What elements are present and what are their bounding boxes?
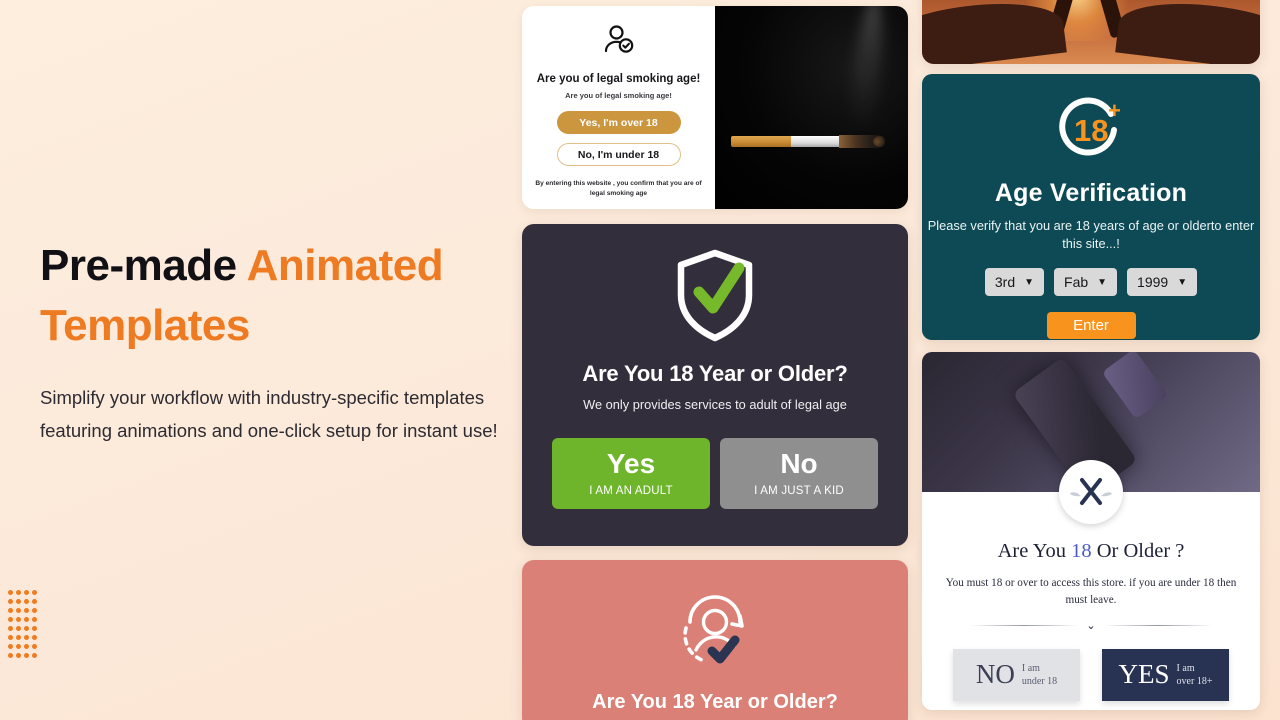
dark-no-button[interactable]: No I AM JUST A KID <box>720 438 878 509</box>
chevron-down-icon: ▼ <box>1097 276 1108 288</box>
teal-card-subtitle: Please verify that you are 18 years of a… <box>927 218 1255 252</box>
day-select-value: 3rd <box>994 274 1016 291</box>
teal-card-title: Age Verification <box>994 179 1188 207</box>
birthdate-select-row: 3rd ▼ Fab ▼ 1999 ▼ <box>984 268 1198 297</box>
rotating-person-check-icon <box>672 588 758 675</box>
dark-no-sublabel: I AM JUST A KID <box>754 485 844 497</box>
vape-title-post: Or Older ? <box>1091 540 1185 562</box>
vape-yes-sub-line2: over 18+ <box>1176 675 1213 687</box>
dark-card-button-row: Yes I AM AN ADULT No I AM JUST A KID <box>552 438 878 509</box>
vape-coil-graphic <box>1101 352 1168 420</box>
headline-plain: Pre-made <box>40 241 247 290</box>
vape-no-button[interactable]: NO I am under 18 <box>953 648 1080 701</box>
vape-button-row: NO I am under 18 YES I am over 18+ <box>953 648 1229 701</box>
hero-text-block: Pre-made Animated Templates Simplify your… <box>40 236 510 448</box>
smoking-yes-button[interactable]: Yes, I'm over 18 <box>556 111 681 135</box>
chevron-down-icon: ▼ <box>1177 276 1188 288</box>
hero-subcopy: Simplify your workflow with industry-spe… <box>40 386 498 441</box>
divider-line-right <box>1103 624 1212 626</box>
smoking-disclaimer: By entering this website , you confirm t… <box>535 180 702 198</box>
chevron-down-icon: ⌄ <box>1086 619 1096 632</box>
vape-yes-sub-line1: I am <box>1176 662 1195 674</box>
template-card-dark-shield[interactable]: Are You 18 Year or Older? We only provid… <box>522 224 908 546</box>
vape-no-sublabel: I am under 18 <box>1022 662 1057 688</box>
vape-yes-label: YES <box>1118 659 1170 690</box>
page-title: Pre-made Animated Templates <box>40 236 510 356</box>
headline-accent-animated: Animated <box>246 241 444 290</box>
salmon-card-title: Are You 18 Year or Older? <box>592 691 838 713</box>
day-select[interactable]: 3rd ▼ <box>984 268 1045 297</box>
vape-yes-sublabel: I am over 18+ <box>1177 662 1213 688</box>
vape-no-sub-line1: I am <box>1021 662 1040 674</box>
eighteen-plus-icon: 18 + <box>1054 96 1128 169</box>
month-select-value: Fab <box>1064 274 1089 291</box>
enter-button[interactable]: Enter <box>1046 312 1136 340</box>
vape-no-sub-line2: under 18 <box>1021 675 1058 687</box>
headline-accent-templates: Templates <box>40 300 250 350</box>
vape-card-title: Are You 18 Or Older ? <box>998 540 1185 563</box>
vape-title-pre: Are You <box>997 540 1072 562</box>
cigarette-graphic <box>731 135 887 148</box>
crossed-vapes-wings-icon <box>1059 460 1123 524</box>
smoking-card-left-pane: Are you of legal smoking age! Are you of… <box>522 6 715 209</box>
vape-title-number: 18 <box>1071 540 1092 562</box>
cigarette-photo <box>715 6 908 209</box>
template-card-age-verification[interactable]: 18 + Age Verification Please verify that… <box>922 74 1260 340</box>
template-card-sunset-photo[interactable] <box>922 0 1260 64</box>
dark-card-subtitle: We only provides services to adult of le… <box>583 397 847 412</box>
vape-divider: ⌄ <box>940 619 1242 632</box>
smoking-card-title: Are you of legal smoking age! <box>536 73 701 85</box>
vape-yes-button[interactable]: YES I am over 18+ <box>1102 648 1229 701</box>
silhouette-arm-right <box>1115 0 1260 64</box>
silhouette-arm-left <box>922 0 1067 64</box>
dark-yes-button[interactable]: Yes I AM AN ADULT <box>552 438 710 509</box>
vape-card-subtitle: You must 18 or over to access this store… <box>945 577 1237 606</box>
smoke-plume-effect <box>846 6 888 147</box>
template-card-salmon[interactable]: Are You 18 Year or Older? <box>522 560 908 720</box>
smoking-no-button[interactable]: No, I'm under 18 <box>556 143 681 167</box>
svg-text:+: + <box>1108 98 1121 123</box>
dark-yes-label: Yes <box>606 448 656 479</box>
dark-card-title: Are You 18 Year or Older? <box>582 361 848 386</box>
dark-yes-sublabel: I AM AN ADULT <box>589 485 673 497</box>
smoking-card-subtitle: Are you of legal smoking age! <box>565 91 672 100</box>
svg-text:18: 18 <box>1074 113 1108 148</box>
vape-no-label: NO <box>975 659 1015 690</box>
year-select[interactable]: 1999 ▼ <box>1127 268 1198 297</box>
dark-no-label: No <box>780 448 818 479</box>
year-select-value: 1999 <box>1137 274 1169 291</box>
shield-check-icon <box>673 248 757 349</box>
month-select[interactable]: Fab ▼ <box>1054 268 1118 297</box>
decorative-dot-grid <box>8 590 40 662</box>
template-card-smoking-age[interactable]: Are you of legal smoking age! Are you of… <box>522 6 908 209</box>
divider-line-left <box>970 624 1079 626</box>
template-card-vape-store[interactable]: Are You 18 Or Older ? You must 18 or ove… <box>922 352 1260 710</box>
chevron-down-icon: ▼ <box>1024 276 1035 288</box>
person-check-icon <box>602 24 636 63</box>
